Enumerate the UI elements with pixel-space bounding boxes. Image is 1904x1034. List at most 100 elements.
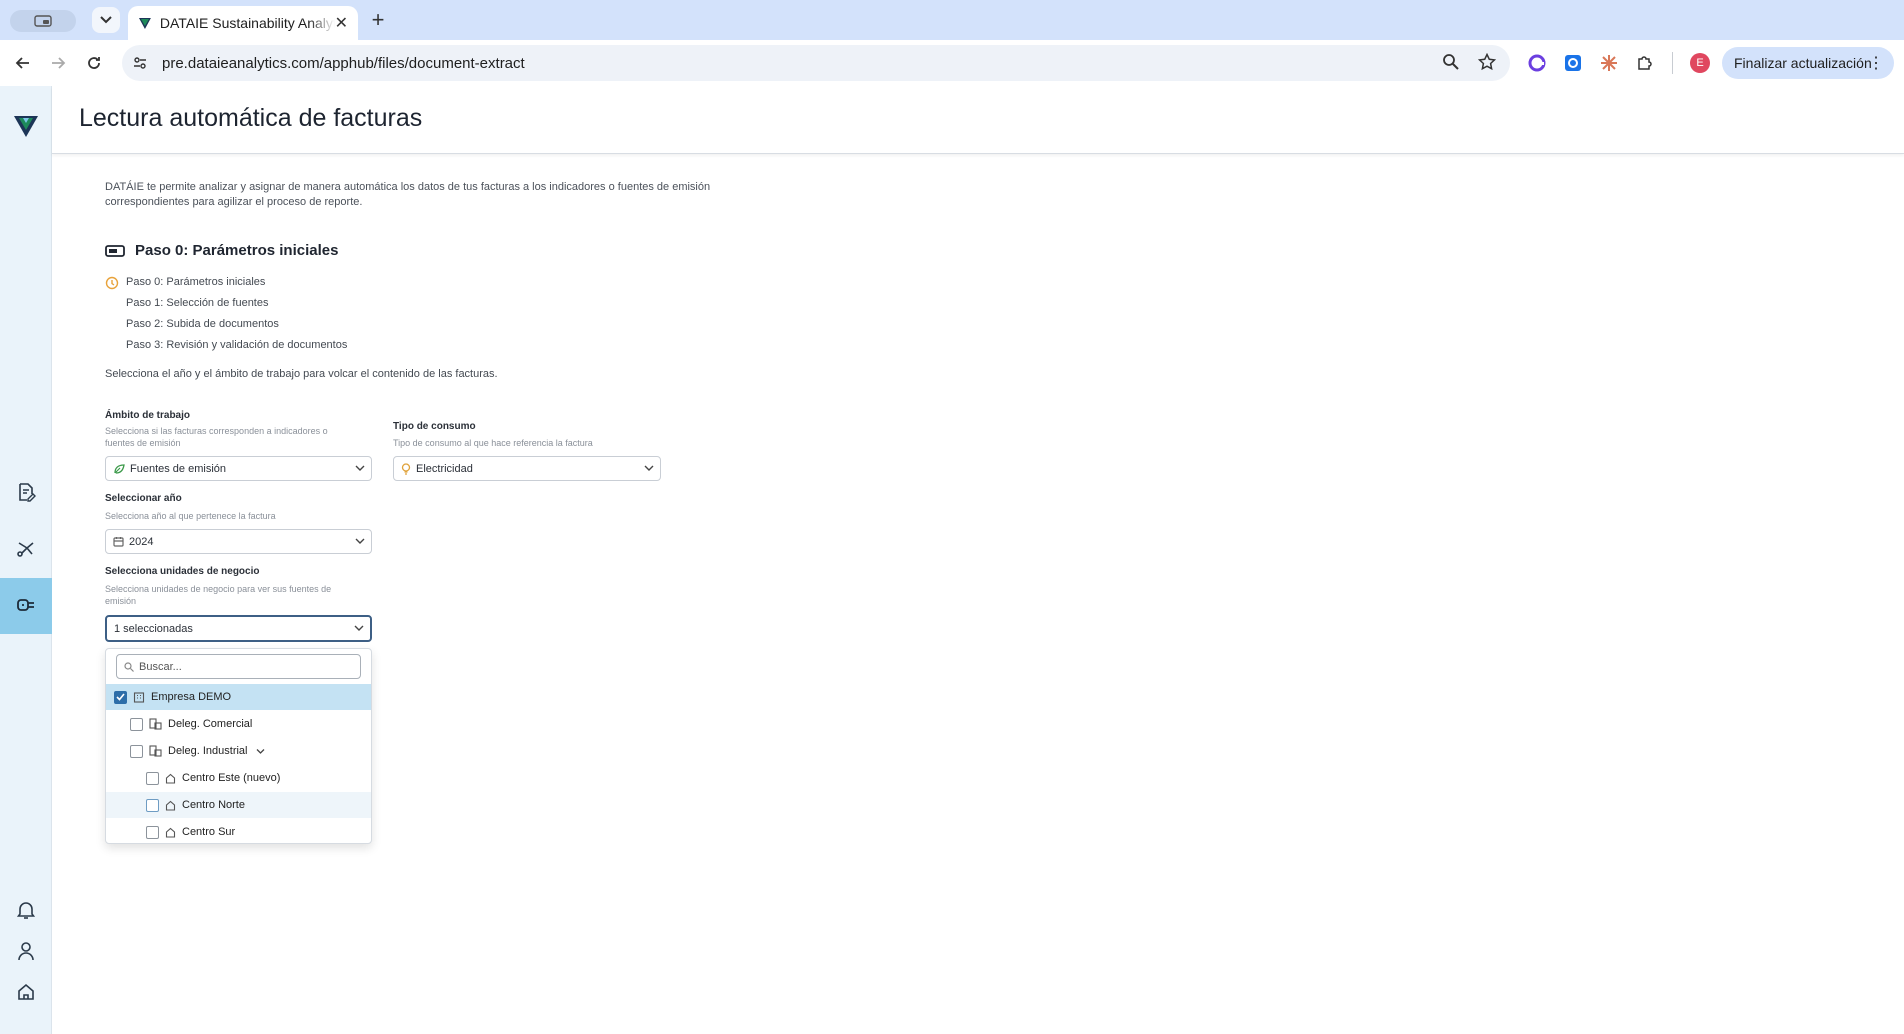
- step-item-2: Paso 2: Subida de documentos: [105, 318, 347, 339]
- chevron-down-icon: [644, 465, 654, 471]
- toolbar-separator: [1672, 52, 1673, 74]
- tab-group-button[interactable]: [10, 10, 76, 32]
- consumo-label: Tipo de consumo: [393, 421, 476, 432]
- documents-edit-icon[interactable]: [0, 464, 52, 520]
- address-bar[interactable]: pre.dataieanalytics.com/apphub/files/doc…: [122, 45, 1510, 81]
- delegation-buildings-icon: [149, 745, 162, 757]
- unidades-select[interactable]: 1 seleccionadas: [105, 615, 372, 642]
- app-main: Lectura automática de facturas DATÁIE te…: [52, 86, 1904, 1034]
- item-label: Empresa DEMO: [151, 691, 232, 703]
- item-label: Centro Este (nuevo): [182, 772, 281, 784]
- site-home-icon: [165, 800, 176, 811]
- update-button-label: Finalizar actualización: [1734, 55, 1872, 71]
- back-icon[interactable]: [11, 51, 35, 75]
- checkbox[interactable]: [146, 825, 159, 839]
- anio-help: Selecciona año al que pertenece la factu…: [105, 511, 276, 521]
- forward-icon[interactable]: [46, 51, 70, 75]
- dropdown-search-input[interactable]: Buscar...: [116, 654, 361, 679]
- anio-select[interactable]: 2024: [105, 529, 372, 554]
- extension-gear-icon[interactable]: [1562, 52, 1584, 74]
- document-extract-nav-icon[interactable]: [0, 578, 52, 634]
- connections-icon[interactable]: [0, 521, 52, 577]
- claude-extension-icon[interactable]: [1598, 52, 1620, 74]
- profile-avatar[interactable]: E: [1690, 53, 1710, 73]
- tab-group-icon: [34, 15, 52, 27]
- browser-tab[interactable]: DATAIE Sustainability Analytics ✕: [128, 6, 358, 40]
- unidades-help: Selecciona unidades de negocio para ver …: [105, 584, 332, 606]
- update-browser-button[interactable]: Finalizar actualización ⋮: [1722, 47, 1894, 79]
- checkbox[interactable]: [146, 798, 159, 812]
- browser-tab-strip: DATAIE Sustainability Analytics ✕ +: [0, 0, 1904, 40]
- step-label: Paso 1: Selección de fuentes: [126, 297, 269, 309]
- card-step-icon: [105, 244, 125, 257]
- bookmark-star-icon[interactable]: [1478, 53, 1496, 71]
- new-tab-icon[interactable]: +: [366, 7, 390, 32]
- steps-list: Paso 0: Parámetros iniciales Paso 1: Sel…: [105, 276, 347, 360]
- item-label: Centro Norte: [182, 799, 245, 811]
- url-text: pre.dataieanalytics.com/apphub/files/doc…: [162, 54, 525, 72]
- search-placeholder: Buscar...: [139, 660, 182, 673]
- chevron-down-icon[interactable]: [256, 748, 265, 755]
- unidades-value: 1 seleccionadas: [114, 622, 193, 635]
- close-tab-icon[interactable]: ✕: [335, 13, 348, 33]
- leaf-icon: [113, 463, 125, 475]
- item-label: Deleg. Comercial: [168, 718, 253, 730]
- company-building-icon: [133, 691, 145, 703]
- grammarly-extension-icon[interactable]: [1526, 52, 1548, 74]
- ambito-label: Ámbito de trabajo: [105, 410, 191, 421]
- business-units-dropdown: Buscar... Empresa DEMO Deleg. Comercial …: [105, 648, 372, 844]
- list-item-centro-norte[interactable]: Centro Norte: [106, 792, 371, 818]
- checkbox-checked[interactable]: [114, 690, 127, 704]
- lightbulb-icon: [401, 462, 411, 475]
- clock-pending-icon: [105, 276, 119, 290]
- consumo-value: Electricidad: [416, 462, 473, 475]
- list-item-centro-este[interactable]: Centro Este (nuevo): [106, 765, 371, 791]
- consumo-select[interactable]: Electricidad: [393, 456, 661, 481]
- ambito-value: Fuentes de emisión: [130, 462, 226, 475]
- delegation-buildings-icon: [149, 718, 162, 730]
- anio-value: 2024: [129, 535, 154, 548]
- zoom-icon[interactable]: [1442, 53, 1460, 71]
- item-label: Centro Sur: [182, 826, 236, 838]
- chevron-down-icon: [355, 465, 365, 471]
- app-sidebar: [0, 86, 52, 1034]
- step-label: Paso 3: Revisión y validación de documen…: [126, 339, 348, 351]
- step-label: Paso 0: Parámetros iniciales: [126, 276, 266, 288]
- list-item-deleg-industrial[interactable]: Deleg. Industrial: [106, 738, 371, 764]
- chevron-down-icon: [100, 16, 112, 24]
- ambito-select[interactable]: Fuentes de emisión: [105, 456, 372, 481]
- consumo-help: Tipo de consumo al que hace referencia l…: [393, 438, 593, 448]
- calendar-icon: [113, 536, 124, 547]
- browser-toolbar: pre.dataieanalytics.com/apphub/files/doc…: [0, 40, 1904, 86]
- unidades-label: Selecciona unidades de negocio: [105, 566, 260, 577]
- more-menu-icon[interactable]: ⋮: [1868, 53, 1884, 73]
- page-header: Lectura automática de facturas: [52, 86, 1904, 154]
- step-item-1: Paso 1: Selección de fuentes: [105, 297, 347, 318]
- dataie-logo[interactable]: [0, 98, 52, 154]
- step-heading: Paso 0: Parámetros iniciales: [105, 242, 338, 259]
- search-icon: [124, 661, 134, 672]
- extensions-puzzle-icon[interactable]: [1634, 52, 1656, 74]
- checkbox[interactable]: [130, 744, 143, 758]
- item-label: Deleg. Industrial: [168, 745, 248, 757]
- list-item-empresa-demo[interactable]: Empresa DEMO: [106, 684, 371, 710]
- step-heading-text: Paso 0: Parámetros iniciales: [135, 242, 339, 259]
- page-title: Lectura automática de facturas: [79, 104, 423, 132]
- tab-search-button[interactable]: [92, 7, 120, 33]
- list-item-centro-sur[interactable]: Centro Sur: [106, 819, 371, 845]
- intro-text: DATÁIE te permite analizar y asignar de …: [105, 181, 711, 208]
- site-info-icon[interactable]: [132, 55, 148, 71]
- tab-title: DATAIE Sustainability Analytics: [159, 15, 335, 31]
- chevron-down-icon: [355, 538, 365, 544]
- list-item-deleg-comercial[interactable]: Deleg. Comercial: [106, 711, 371, 737]
- favicon-icon: [138, 18, 151, 29]
- step-hint: Selecciona el año y el ámbito de trabajo…: [105, 368, 498, 380]
- step-item-0: Paso 0: Parámetros iniciales: [105, 276, 347, 297]
- checkbox[interactable]: [130, 717, 143, 731]
- reload-icon[interactable]: [82, 51, 106, 75]
- step-label: Paso 2: Subida de documentos: [126, 318, 279, 330]
- checkbox[interactable]: [146, 771, 159, 785]
- site-home-icon: [165, 773, 176, 784]
- home-icon[interactable]: [0, 964, 52, 1020]
- anio-label: Seleccionar año: [105, 493, 182, 504]
